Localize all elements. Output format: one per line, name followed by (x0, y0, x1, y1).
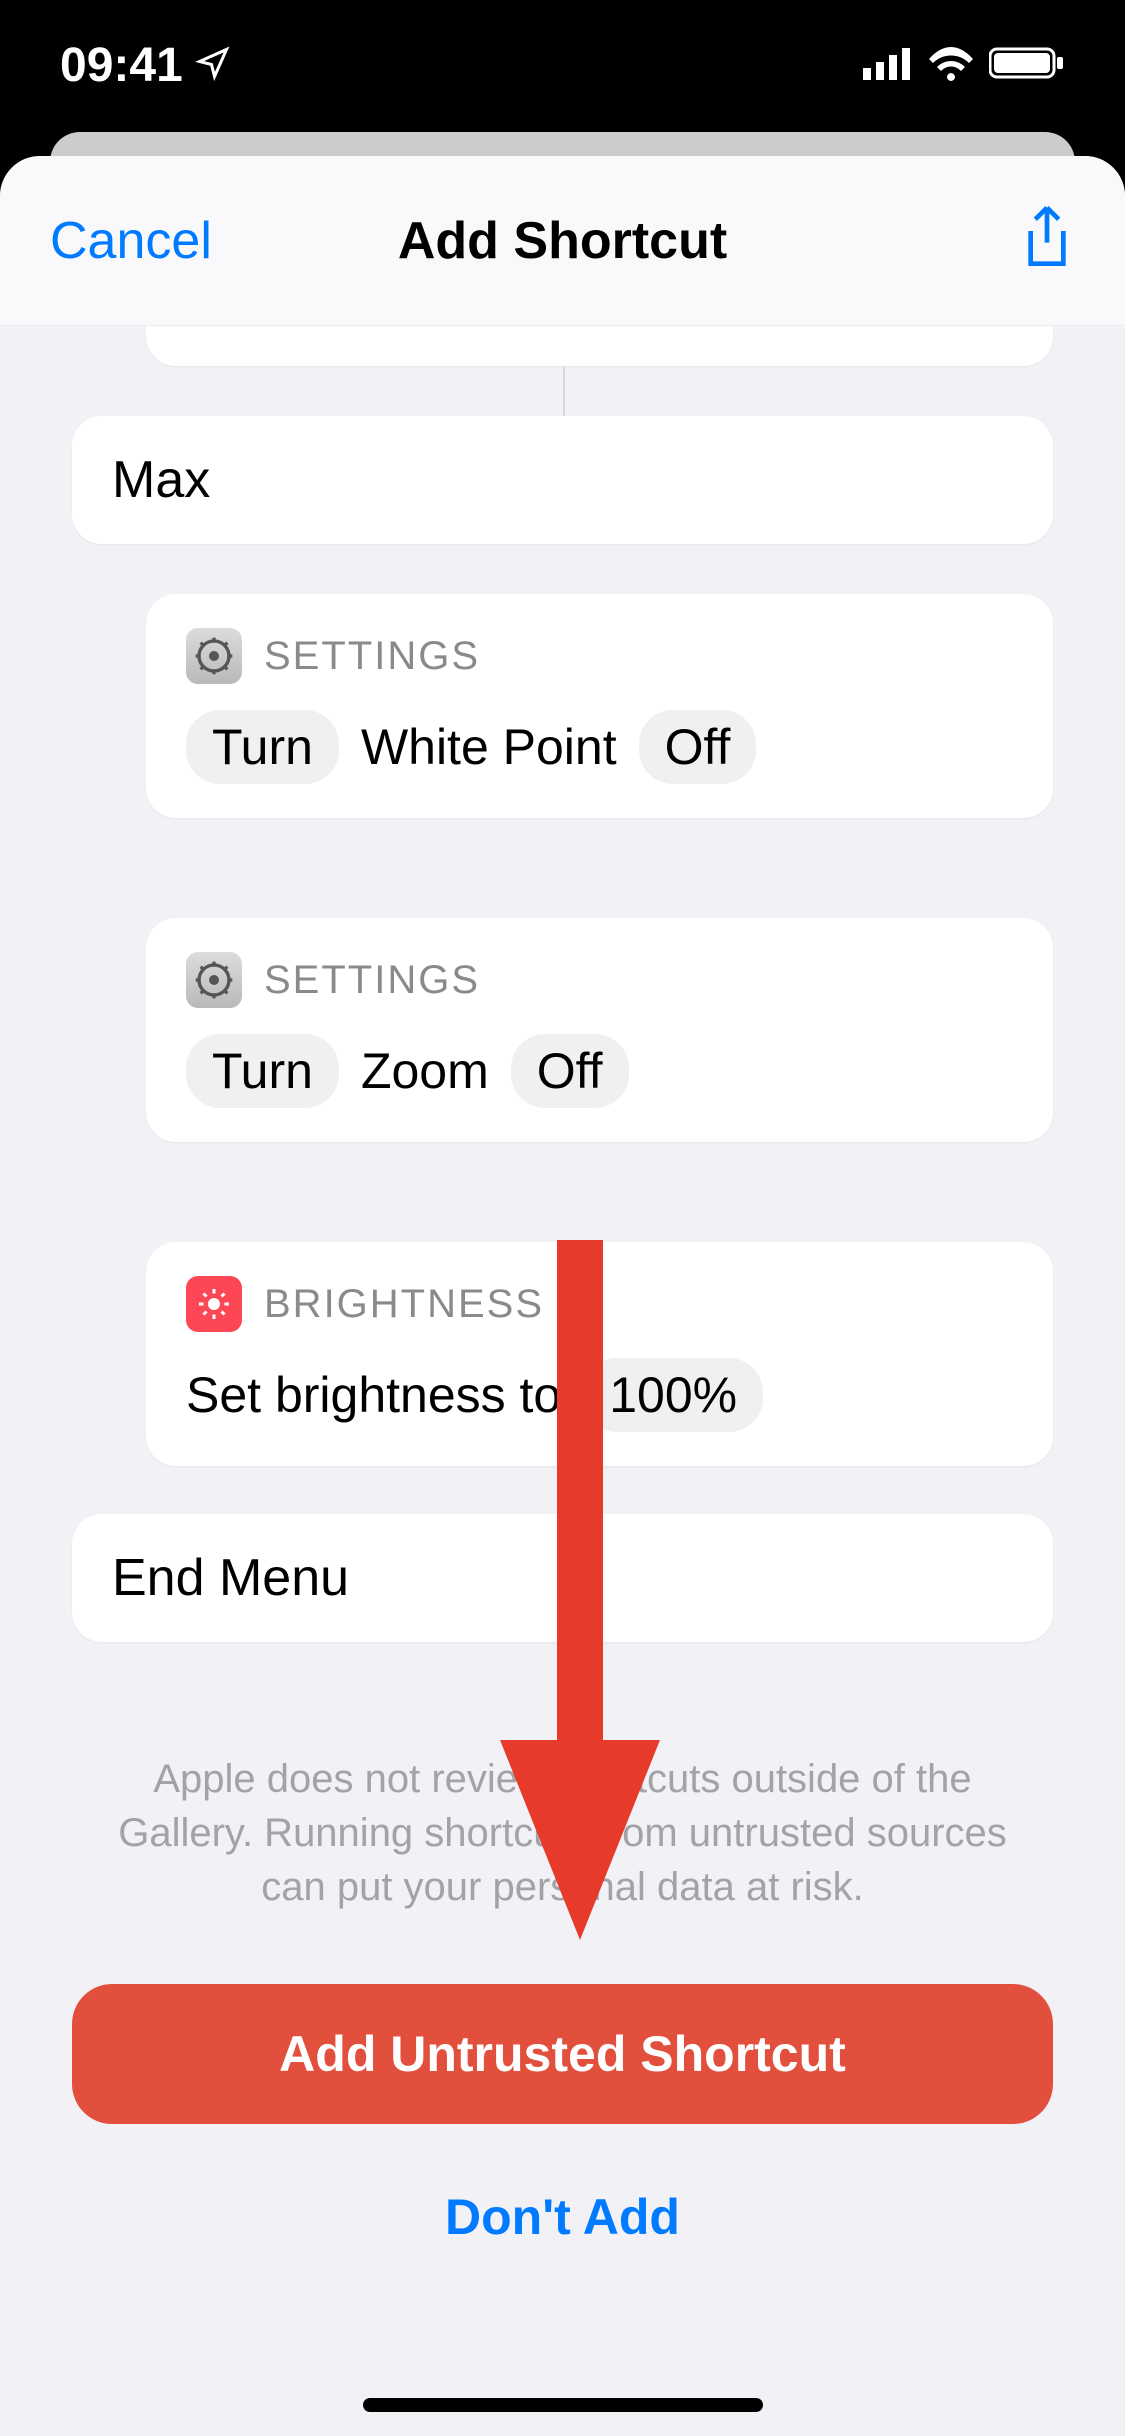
wifi-icon (927, 45, 975, 86)
add-untrusted-shortcut-button[interactable]: Add Untrusted Shortcut (72, 1984, 1053, 2124)
sheet-title: Add Shortcut (398, 211, 727, 271)
status-time: 09:41 (60, 38, 183, 93)
previous-action-card-edge (146, 326, 1053, 366)
menu-item-card-max[interactable]: Max (72, 416, 1053, 544)
app-source-label: SETTINGS (264, 958, 480, 1003)
settings-app-icon (186, 952, 242, 1008)
action-card-brightness[interactable]: BRIGHTNESS Set brightness to 100% (146, 1242, 1053, 1466)
action-verb-pill[interactable]: Turn (186, 710, 339, 784)
brightness-app-icon (186, 1276, 242, 1332)
share-icon (1019, 203, 1075, 273)
status-bar: 09:41 (0, 0, 1125, 130)
battery-icon (989, 45, 1065, 86)
action-card-zoom[interactable]: SETTINGS Turn Zoom Off (146, 918, 1053, 1142)
share-button[interactable] (1019, 203, 1075, 278)
action-card-white-point[interactable]: SETTINGS Turn White Point Off (146, 594, 1053, 818)
connector-line (563, 1692, 565, 1742)
cellular-signal-icon (863, 46, 913, 85)
action-state-pill[interactable]: Off (511, 1034, 629, 1108)
action-feature-label: Zoom (361, 1042, 489, 1100)
app-source-label: SETTINGS (264, 634, 480, 679)
home-indicator[interactable] (363, 2398, 763, 2412)
settings-app-icon (186, 628, 242, 684)
end-menu-card[interactable]: End Menu (72, 1514, 1053, 1642)
untrusted-disclaimer: Apple does not review shortcuts outside … (72, 1752, 1053, 1914)
action-verb-pill[interactable]: Turn (186, 1034, 339, 1108)
modal-sheet: Cancel Add Shortcut Max SETTINGS (0, 156, 1125, 2436)
menu-item-label: Max (112, 451, 210, 509)
cancel-button[interactable]: Cancel (50, 211, 212, 271)
action-prefix-label: Set brightness to (186, 1366, 561, 1424)
sheet-header: Cancel Add Shortcut (0, 156, 1125, 326)
end-menu-label: End Menu (112, 1549, 349, 1607)
action-state-pill[interactable]: Off (639, 710, 757, 784)
action-feature-label: White Point (361, 718, 617, 776)
location-arrow-icon (195, 38, 231, 93)
app-source-label: BRIGHTNESS (264, 1282, 544, 1327)
action-value-pill[interactable]: 100% (583, 1358, 763, 1432)
connector-line (563, 366, 565, 418)
dont-add-button[interactable]: Don't Add (72, 2188, 1053, 2246)
